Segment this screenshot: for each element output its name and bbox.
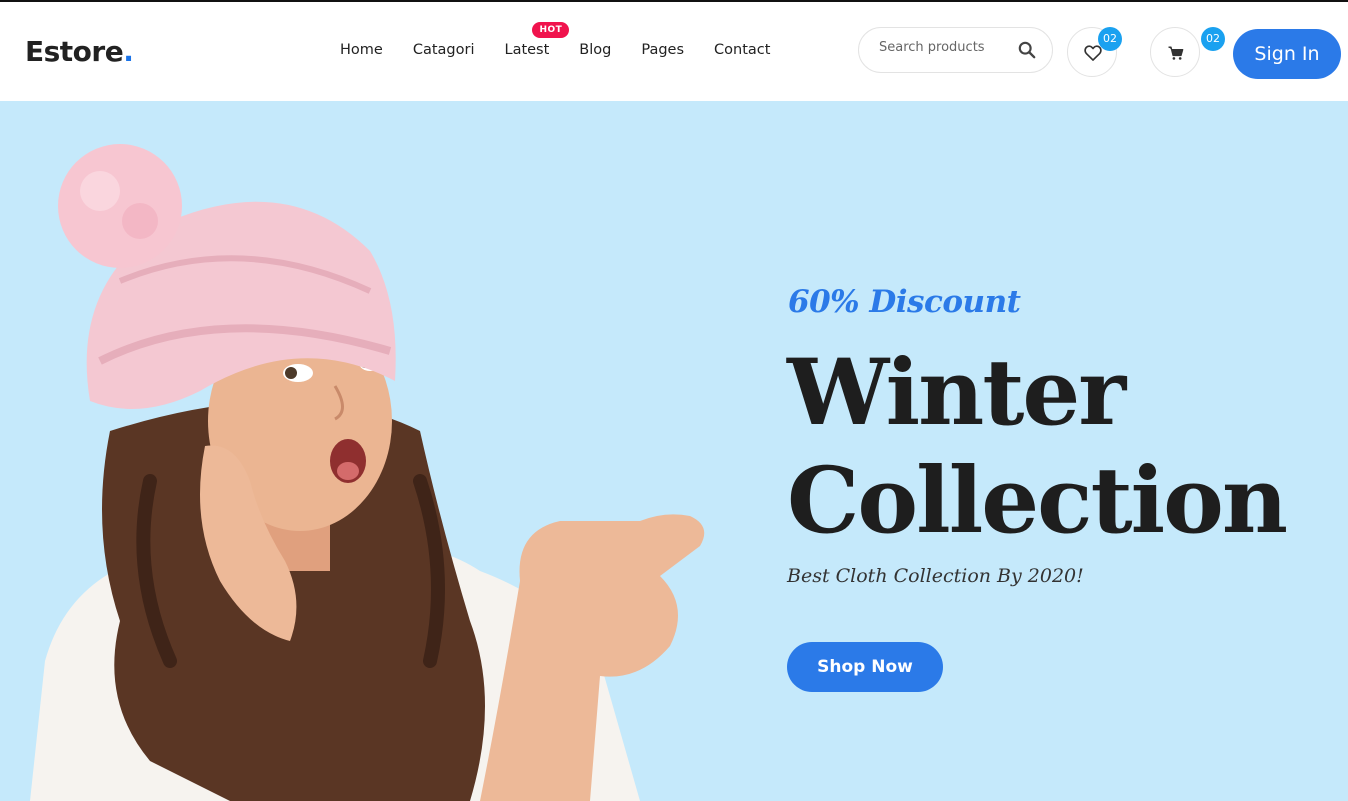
brand-dot: . bbox=[123, 35, 134, 68]
discount-label: 60% Discount bbox=[788, 284, 1021, 320]
brand-name: Estore bbox=[25, 35, 124, 68]
hero-banner: 60% Discount Winter Collection Best Clot… bbox=[0, 101, 1348, 801]
sign-in-button[interactable]: Sign In bbox=[1233, 29, 1341, 79]
hero-title-line-2: Collection bbox=[787, 448, 1288, 554]
site-header: Estore. Home Catagori Latest HOT Blog Pa… bbox=[0, 2, 1348, 101]
nav-blog[interactable]: Blog bbox=[579, 42, 611, 58]
cart-count-badge: 02 bbox=[1201, 27, 1225, 51]
cart-icon bbox=[1168, 46, 1184, 60]
cart-button[interactable]: 02 bbox=[1150, 27, 1225, 77]
nav-latest[interactable]: Latest HOT bbox=[504, 22, 570, 58]
wishlist-button[interactable]: 02 bbox=[1067, 27, 1122, 77]
brand-logo[interactable]: Estore. bbox=[25, 35, 134, 68]
main-nav: Home Catagori Latest HOT Blog Pages Cont… bbox=[340, 22, 770, 58]
hero-title-line-1: Winter bbox=[787, 340, 1126, 446]
wishlist-count-badge: 02 bbox=[1098, 27, 1122, 51]
nav-contact[interactable]: Contact bbox=[714, 42, 770, 58]
hero-title: Winter Collection bbox=[787, 339, 1288, 555]
search-input[interactable] bbox=[879, 40, 1009, 55]
nav-pages[interactable]: Pages bbox=[641, 42, 684, 58]
hero-subtitle: Best Cloth Collection By 2020! bbox=[787, 565, 1084, 587]
search-icon[interactable] bbox=[1018, 41, 1036, 59]
hero-model-image bbox=[30, 144, 705, 801]
hot-badge: HOT bbox=[532, 22, 570, 38]
search-box bbox=[858, 27, 1053, 73]
nav-latest-label: Latest bbox=[504, 42, 550, 58]
nav-catagori[interactable]: Catagori bbox=[413, 42, 475, 58]
nav-home[interactable]: Home bbox=[340, 42, 383, 58]
shop-now-button[interactable]: Shop Now bbox=[787, 642, 943, 692]
